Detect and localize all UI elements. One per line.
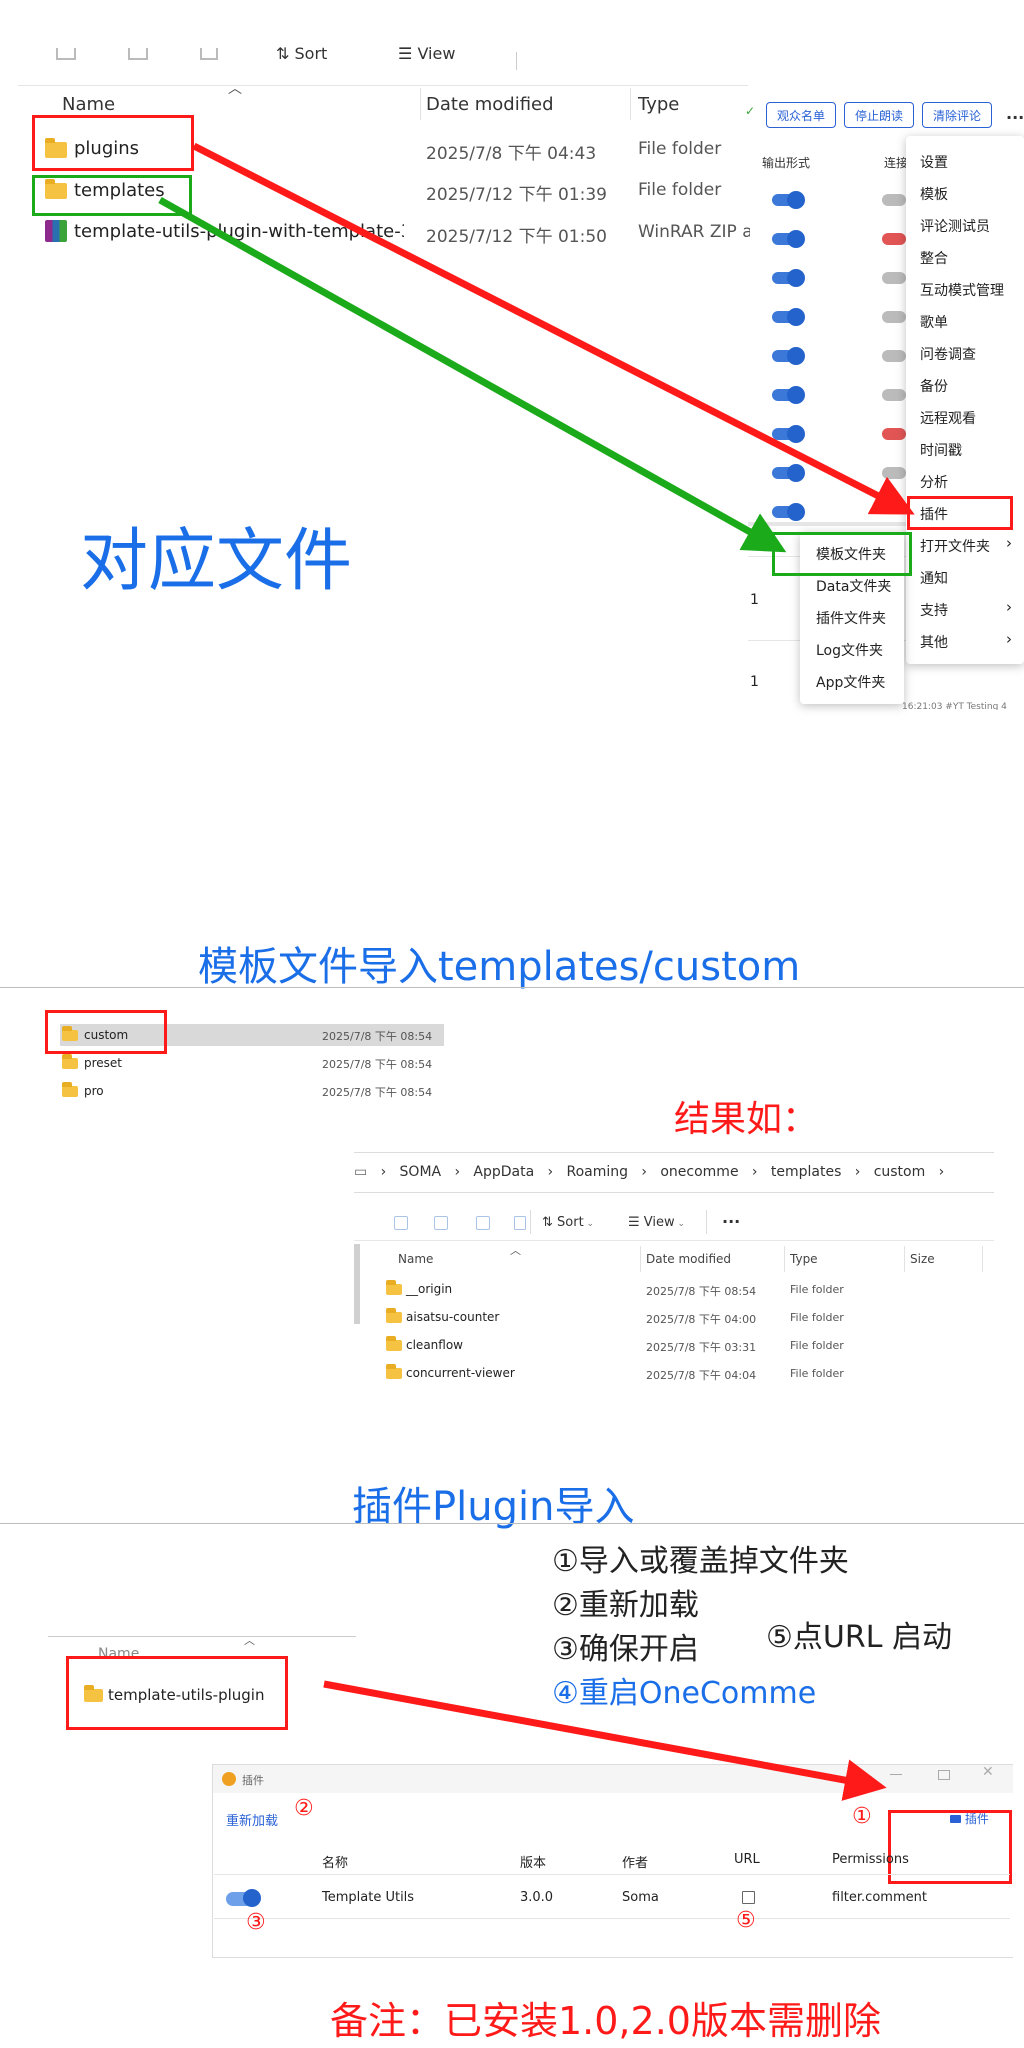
folder-name: pro xyxy=(84,1084,104,1098)
sort-icon: ⇅ xyxy=(542,1215,558,1230)
folder-type: File folder xyxy=(790,1367,844,1380)
column-date[interactable]: Date modified xyxy=(646,1252,731,1266)
section-divider xyxy=(0,1523,1024,1524)
breadcrumb-templates[interactable]: templates xyxy=(771,1164,842,1180)
folder-icon xyxy=(386,1336,402,1351)
folder-name: aisatsu-counter xyxy=(406,1310,500,1324)
view-icon: ☰ xyxy=(628,1215,644,1230)
external-link-icon[interactable] xyxy=(742,1891,755,1904)
header-version: 版本 xyxy=(520,1856,547,1871)
chevron-down-icon: ⌄ xyxy=(583,1219,595,1229)
folder-icon xyxy=(386,1280,402,1295)
chevron-down-icon: ⌄ xyxy=(674,1219,686,1229)
result-label: 结果如： xyxy=(674,1099,819,1140)
column-type[interactable]: Type xyxy=(790,1252,818,1266)
arrow-templates-to-submenu xyxy=(158,196,787,553)
section-divider xyxy=(0,987,1024,988)
folder-date: 2025/7/8 下午 03:31 xyxy=(646,1341,757,1354)
note-remove-old-versions: 备注：已安装1.0,2.0版本需删除 xyxy=(330,1999,881,2043)
header-url: URL xyxy=(734,1852,760,1867)
table-header-divider xyxy=(214,1874,1010,1875)
plugin-name: Template Utils xyxy=(322,1890,415,1905)
share-icon[interactable] xyxy=(476,1216,490,1230)
column-size[interactable]: Size xyxy=(910,1252,935,1266)
breadcrumb-separator: › xyxy=(632,1164,656,1180)
marker-5: ⑤ xyxy=(736,1908,756,1933)
folder-date: 2025/7/8 下午 08:54 xyxy=(322,1058,433,1071)
view-button[interactable]: ☰ View ⌄ xyxy=(628,1215,685,1230)
arrow-folder-to-button xyxy=(323,1680,887,1801)
plugin-version: 3.0.0 xyxy=(520,1890,554,1905)
heading-template-import: 模板文件导入templates/custom xyxy=(198,944,801,990)
annotation-arrow-plugin xyxy=(323,1680,887,1801)
breadcrumb-separator: › xyxy=(929,1164,945,1180)
breadcrumb-separator: › xyxy=(743,1164,767,1180)
annotation-arrows xyxy=(158,142,915,553)
breadcrumb-soma[interactable]: SOMA xyxy=(400,1164,442,1180)
breadcrumb-roaming[interactable]: Roaming xyxy=(567,1164,629,1180)
header-author: 作者 xyxy=(622,1856,649,1871)
column-divider xyxy=(640,1246,641,1272)
plugin-author: Soma xyxy=(622,1890,659,1905)
sort-label: Sort xyxy=(557,1215,584,1230)
highlight-custom xyxy=(45,1010,167,1054)
arrow-plugins-to-menu xyxy=(192,142,915,515)
computer-icon: ▭ xyxy=(354,1164,368,1180)
navigation-pane-edge xyxy=(354,1244,360,1324)
column-divider xyxy=(784,1246,785,1272)
folder-type: File folder xyxy=(790,1283,844,1296)
breadcrumb-bottom-border xyxy=(354,1192,994,1193)
breadcrumb-separator: › xyxy=(538,1164,563,1180)
folder-type: File folder xyxy=(790,1339,844,1352)
toolbar-bottom-border xyxy=(354,1240,994,1241)
folder-icon xyxy=(62,1054,78,1069)
folder-icon xyxy=(386,1364,402,1379)
plugin-permissions: filter.comment xyxy=(832,1890,927,1905)
sort-chevron-icon: ︿ xyxy=(510,1244,521,1257)
more-options-button[interactable]: ··· xyxy=(722,1212,740,1231)
plugin-enable-toggle[interactable] xyxy=(226,1889,261,1907)
header-name: 名称 xyxy=(322,1856,349,1871)
folder-name: preset xyxy=(84,1056,123,1070)
folder-date: 2025/7/8 下午 04:04 xyxy=(646,1369,757,1382)
folder-icon xyxy=(386,1308,402,1323)
folder-date: 2025/7/8 下午 08:54 xyxy=(646,1285,757,1298)
folder-icon xyxy=(62,1082,78,1097)
sort-button[interactable]: ⇅ Sort ⌄ xyxy=(542,1215,594,1230)
view-label: View xyxy=(643,1215,675,1230)
breadcrumb-onecomme[interactable]: onecomme xyxy=(660,1164,738,1180)
marker-3: ③ xyxy=(246,1910,266,1935)
folder-type: File folder xyxy=(790,1311,844,1324)
breadcrumb-custom[interactable]: custom xyxy=(874,1164,926,1180)
folder-date: 2025/7/8 下午 08:54 xyxy=(322,1030,433,1043)
folder-name: concurrent-viewer xyxy=(406,1366,515,1380)
breadcrumb-separator: › xyxy=(445,1164,469,1180)
delete-icon[interactable] xyxy=(514,1216,526,1230)
breadcrumb-bar: ▭ › SOMA › AppData › Roaming › onecomme … xyxy=(354,1164,944,1180)
folder-name: __origin xyxy=(406,1282,453,1296)
column-divider xyxy=(982,1246,983,1272)
highlight-plugin-folder-button xyxy=(888,1810,1012,1884)
header-permissions: Permissions xyxy=(832,1852,909,1867)
rename-icon[interactable] xyxy=(434,1216,448,1230)
column-divider xyxy=(904,1246,905,1272)
folder-date: 2025/7/8 下午 04:00 xyxy=(646,1313,757,1326)
copy-icon[interactable] xyxy=(394,1216,408,1230)
toolbar-separator xyxy=(530,1210,531,1234)
step-1: ①导入或覆盖掉文件夹 xyxy=(552,1544,849,1579)
folder-name: cleanflow xyxy=(406,1338,463,1352)
explorer-top-border xyxy=(354,1152,994,1153)
column-name[interactable]: Name xyxy=(398,1252,433,1266)
folder-date: 2025/7/8 下午 08:54 xyxy=(322,1086,433,1099)
breadcrumb-separator: › xyxy=(845,1164,870,1180)
breadcrumb-appdata[interactable]: AppData xyxy=(473,1164,534,1180)
table-row-divider xyxy=(214,1918,1010,1919)
toolbar-separator xyxy=(706,1210,707,1234)
breadcrumb-separator: › xyxy=(371,1164,396,1180)
